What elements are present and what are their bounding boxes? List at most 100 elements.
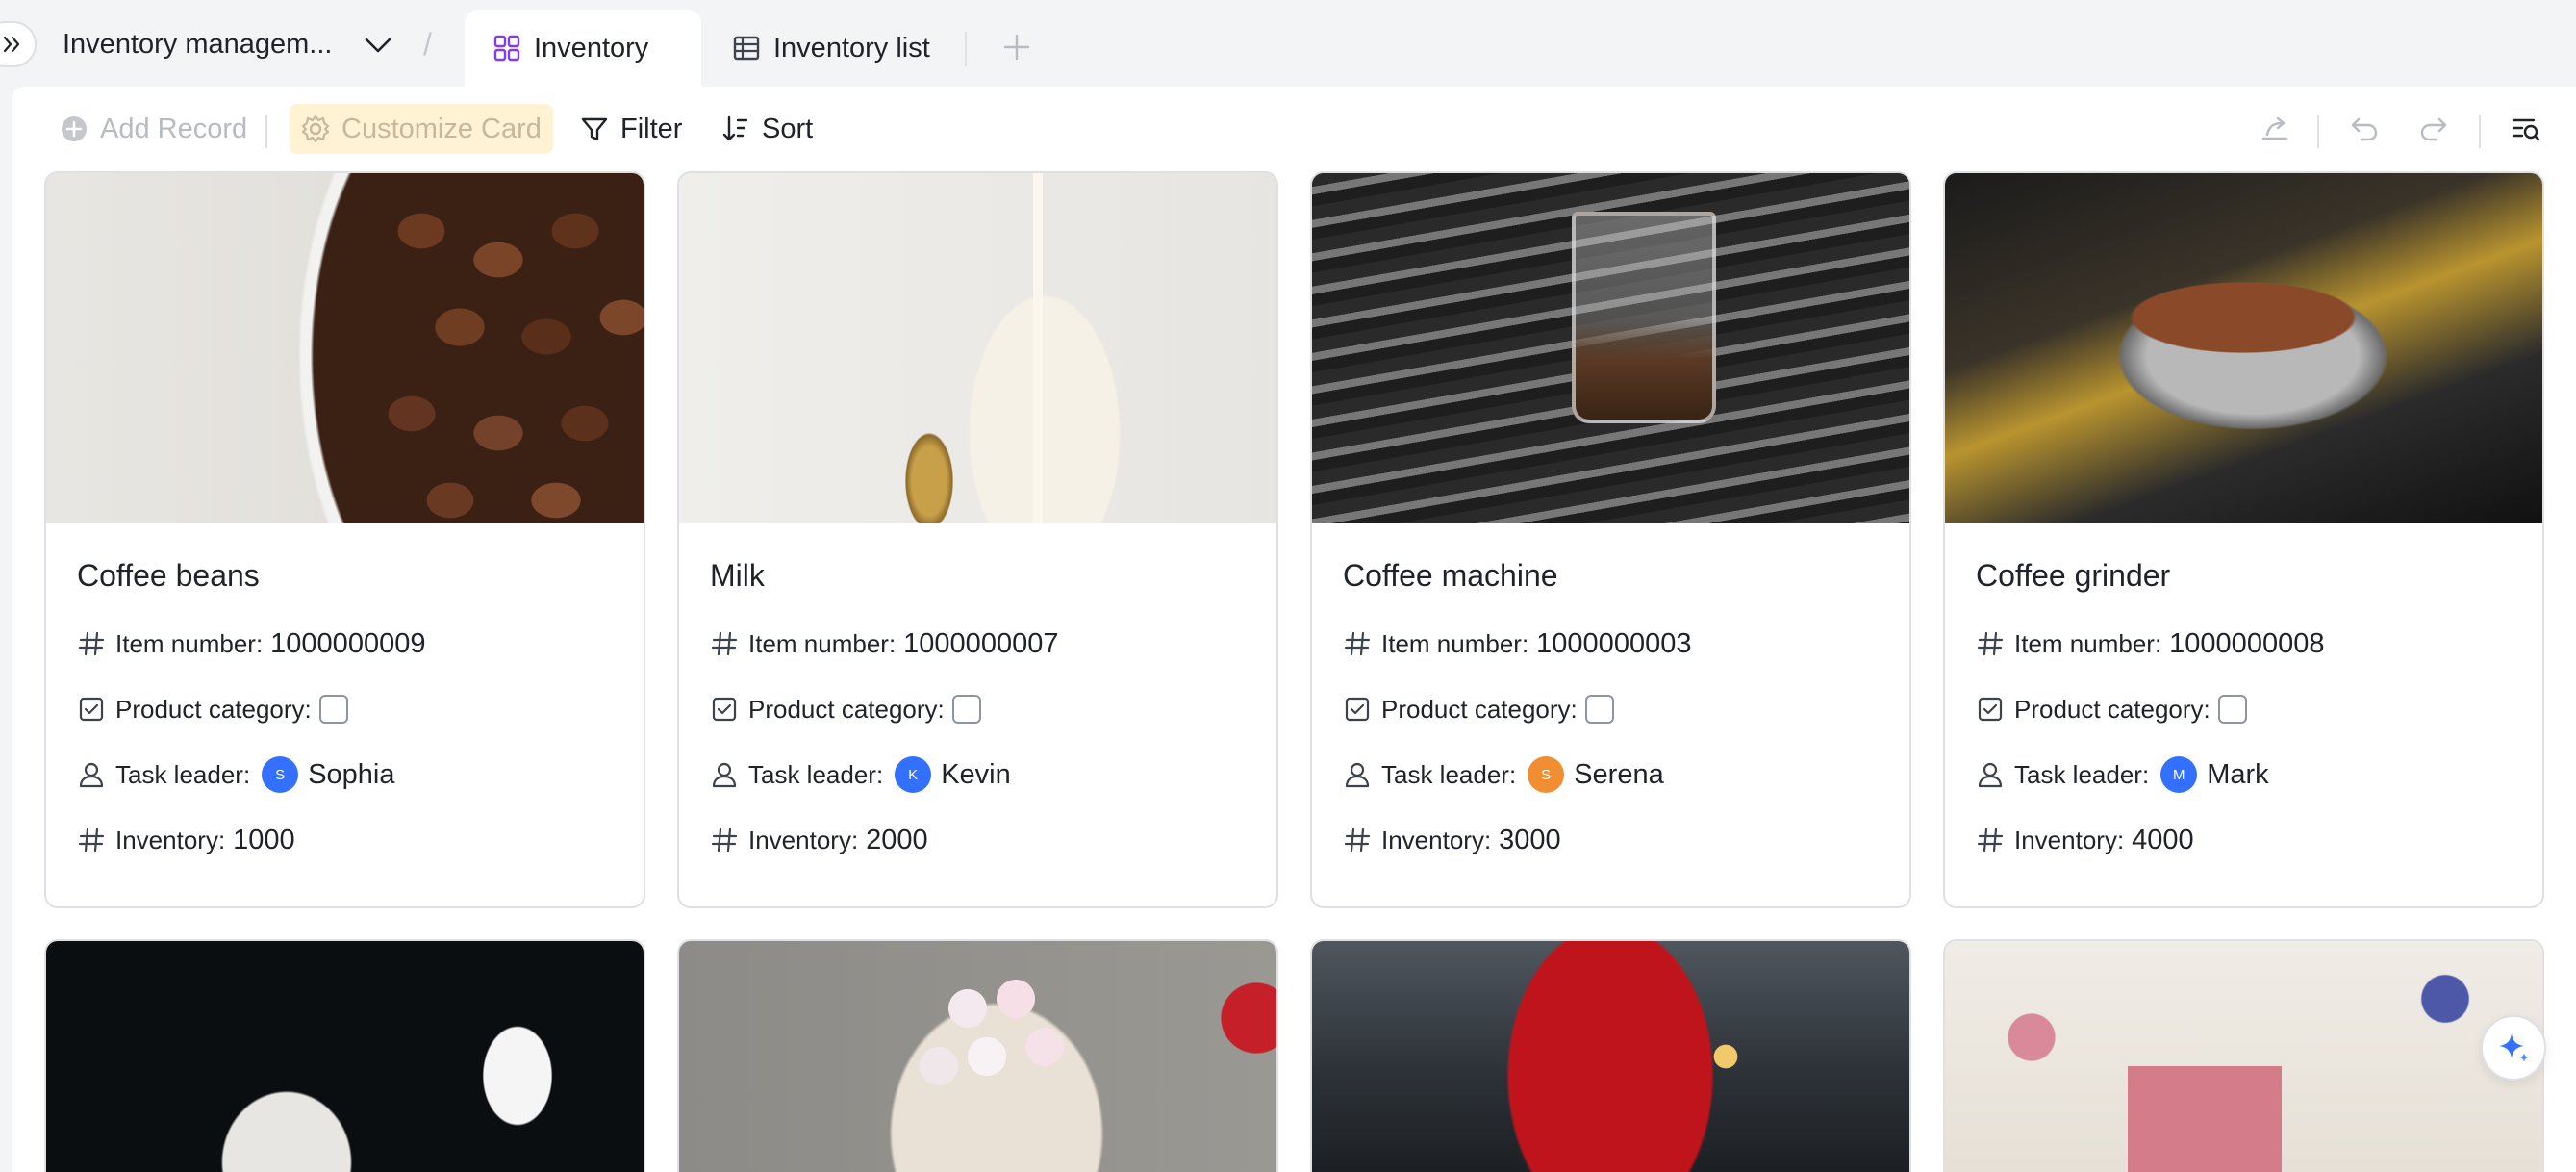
card-cover-image (46, 941, 644, 1172)
avatar: S (262, 756, 299, 793)
person-icon (710, 760, 739, 789)
inventory-label: Inventory: (115, 825, 226, 854)
item-number-field: Item number: 1000000009 (77, 625, 613, 662)
tab-inventory-list[interactable]: Inventory list (704, 10, 964, 87)
hash-icon (710, 826, 739, 854)
inventory-field: Inventory: 2000 (710, 822, 1246, 858)
hash-icon (77, 826, 106, 854)
double-chevron-right-icon (3, 36, 20, 53)
hash-icon (710, 629, 739, 658)
tab-inventory[interactable]: Inventory (465, 10, 701, 87)
person-icon (77, 760, 106, 789)
tab-inventory-label: Inventory (534, 32, 649, 64)
task-leader-field: Task leader: S Serena (1343, 756, 1879, 793)
task-leader-field: Task leader: K Kevin (710, 756, 1246, 793)
add-view-icon[interactable] (1002, 33, 1031, 62)
chevron-down-icon[interactable] (364, 37, 392, 54)
person-icon (1976, 760, 2005, 789)
tab-inventory-list-label: Inventory list (773, 32, 930, 64)
product-category-checkbox[interactable] (318, 695, 348, 724)
checkbox-field-icon (1343, 695, 1372, 724)
hash-icon (1976, 826, 2005, 854)
product-category-field: Product category: (77, 691, 613, 727)
task-leader-field: Task leader: S Sophia (77, 756, 613, 793)
record-card[interactable]: Coffee grinder Item number: 1000000008 P… (1943, 171, 2544, 908)
task-leader-label: Task leader: (115, 759, 251, 789)
inventory-label: Inventory: (2014, 825, 2125, 854)
card-title: Milk (710, 558, 765, 593)
grid-icon (493, 35, 520, 62)
card-cover-image (1312, 941, 1909, 1172)
inventory-value: 3000 (1499, 824, 1561, 855)
item-number-value: 1000000007 (903, 627, 1059, 659)
record-card[interactable] (1310, 939, 1911, 1172)
item-number-field: Item number: 1000000007 (710, 625, 1246, 662)
inventory-label: Inventory: (1381, 825, 1492, 854)
product-category-field: Product category: (710, 691, 1246, 727)
gallery-panel: Add Record Customize Card Filter Sort Co… (12, 87, 2576, 1172)
product-category-label: Product category: (1381, 694, 1578, 724)
inventory-field: Inventory: 4000 (1976, 822, 2512, 858)
inventory-value: 2000 (866, 824, 928, 855)
hash-icon (1343, 629, 1372, 658)
card-cover-image (1945, 173, 2542, 523)
task-leader-name: Serena (1574, 758, 1664, 790)
task-leader-name: Sophia (308, 758, 395, 790)
card-title: Coffee machine (1343, 558, 1558, 593)
tab-divider (965, 32, 967, 66)
record-card[interactable] (677, 939, 1278, 1172)
card-cover-image (1312, 173, 1909, 523)
item-number-field: Item number: 1000000008 (1976, 625, 2512, 662)
hash-icon (1343, 826, 1372, 854)
app-root: Inventory managem... / Inventory Invento… (0, 0, 2576, 1172)
expand-sidebar-button[interactable] (0, 21, 37, 67)
card-cover-image (679, 173, 1276, 523)
espresso-glass-shape (1572, 212, 1716, 423)
product-category-checkbox[interactable] (2217, 695, 2247, 724)
hash-icon (77, 629, 106, 658)
card-title: Coffee beans (77, 558, 260, 593)
table-icon (733, 36, 760, 61)
ai-assistant-button[interactable] (2481, 1015, 2546, 1081)
task-leader-name: Kevin (941, 758, 1011, 790)
avatar: S (1528, 756, 1565, 793)
record-card[interactable] (44, 939, 645, 1172)
avatar: M (2160, 756, 2198, 793)
card-title: Coffee grinder (1976, 558, 2171, 593)
item-number-label: Item number: (2014, 628, 2162, 658)
record-card[interactable] (1943, 939, 2544, 1172)
checkbox-field-icon (77, 695, 106, 724)
task-leader-field: Task leader: M Mark (1976, 756, 2512, 793)
product-category-label: Product category: (748, 694, 945, 724)
product-category-checkbox[interactable] (1584, 695, 1614, 724)
record-card[interactable]: Coffee beans Item number: 1000000009 Pro… (44, 171, 645, 908)
checkbox-field-icon (1976, 695, 2005, 724)
checkbox-field-icon (710, 695, 739, 724)
hash-icon (1976, 629, 2005, 658)
top-bar: Inventory managem... / Inventory Invento… (0, 0, 2576, 87)
item-number-label: Item number: (115, 628, 264, 658)
task-leader-label: Task leader: (1381, 759, 1517, 789)
task-leader-name: Mark (2207, 758, 2269, 790)
person-icon (1343, 760, 1372, 789)
card-cover-image (1945, 941, 2542, 1172)
product-category-label: Product category: (115, 694, 312, 724)
record-card[interactable]: Coffee machine Item number: 1000000003 P… (1310, 171, 1911, 908)
inventory-label: Inventory: (748, 825, 859, 854)
task-leader-label: Task leader: (2014, 759, 2150, 789)
product-category-label: Product category: (2014, 694, 2210, 724)
card-cover-image (46, 173, 644, 523)
item-number-value: 1000000008 (2169, 627, 2325, 659)
inventory-value: 4000 (2132, 824, 2194, 855)
inventory-value: 1000 (233, 824, 295, 855)
item-number-value: 1000000003 (1536, 627, 1692, 659)
avatar: K (895, 756, 932, 793)
card-grid: Coffee beans Item number: 1000000009 Pro… (12, 87, 2576, 1172)
record-card[interactable]: Milk Item number: 1000000007 Product cat… (677, 171, 1278, 908)
base-title[interactable]: Inventory managem... (63, 29, 332, 61)
breadcrumb-separator: / (423, 27, 432, 62)
item-number-value: 1000000009 (270, 627, 426, 659)
product-category-checkbox[interactable] (951, 695, 981, 724)
card-cover-image (679, 941, 1276, 1172)
item-number-field: Item number: 1000000003 (1343, 625, 1879, 662)
